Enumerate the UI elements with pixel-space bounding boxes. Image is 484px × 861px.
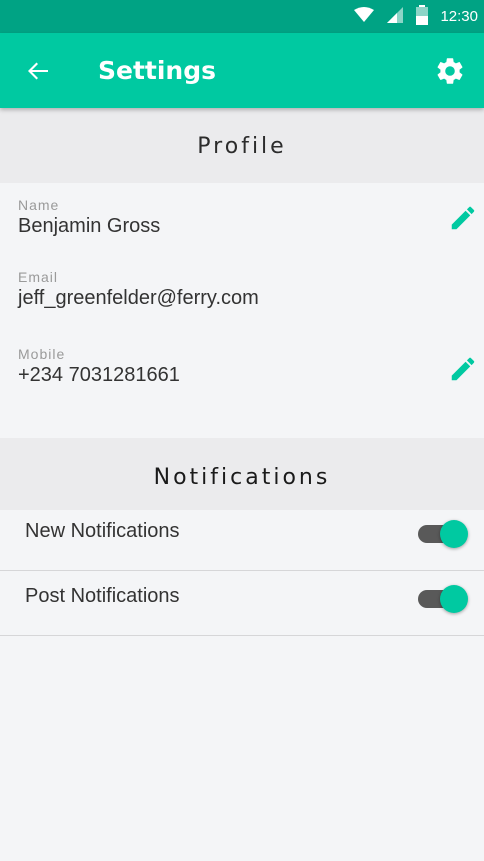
new-notifications-row: New Notifications (0, 506, 484, 571)
page-title: Settings (98, 56, 217, 85)
status-time: 12:30 (440, 8, 478, 25)
post-notifications-label: Post Notifications (25, 585, 180, 607)
name-label: Name (18, 197, 60, 213)
status-bar: 12:30 (0, 0, 484, 33)
gear-icon[interactable] (434, 55, 466, 87)
toggle-thumb (440, 520, 468, 548)
mobile-label: Mobile (18, 346, 66, 362)
profile-section-header: Profile (0, 108, 484, 183)
signal-icon (386, 6, 404, 28)
name-value: Benjamin Gross (18, 215, 161, 237)
name-field: Name Benjamin Gross (18, 197, 160, 238)
notifications-section-header: Notifications (0, 438, 484, 510)
mobile-field: Mobile +234 7031281661 (18, 346, 180, 387)
post-notifications-toggle[interactable] (416, 584, 470, 614)
battery-icon (416, 4, 429, 29)
edit-mobile-icon[interactable] (448, 354, 478, 384)
email-value: jeff_greenfelder@ferry.com (18, 287, 259, 309)
post-notifications-row: Post Notifications (0, 571, 484, 636)
toggle-thumb (440, 585, 468, 613)
arrow-back-icon[interactable] (22, 55, 54, 87)
wifi-icon (354, 6, 375, 27)
new-notifications-label: New Notifications (25, 520, 180, 542)
new-notifications-toggle[interactable] (416, 519, 470, 549)
edit-name-icon[interactable] (448, 203, 478, 233)
email-label: Email (18, 269, 59, 285)
mobile-value: +234 7031281661 (18, 364, 180, 386)
email-field: Email jeff_greenfelder@ferry.com (18, 269, 259, 310)
app-bar: Settings (0, 33, 484, 108)
